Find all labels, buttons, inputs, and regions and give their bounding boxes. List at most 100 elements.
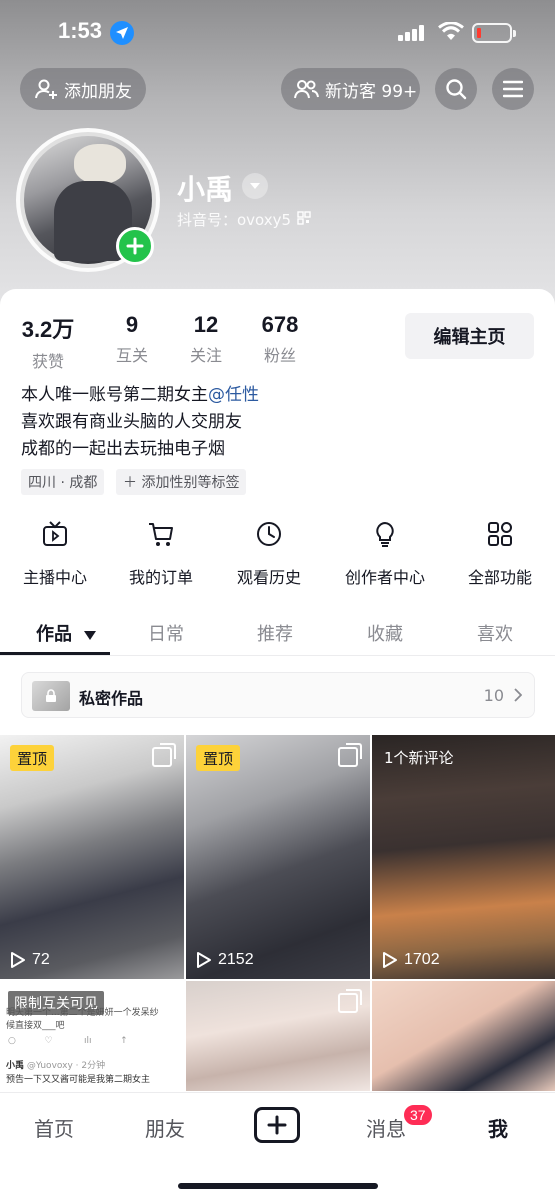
stat-value: 3.2万	[21, 317, 75, 342]
thumbnail-author-name: 小禹	[6, 1061, 25, 1071]
messages-unread-badge: 37	[402, 1103, 434, 1127]
video-thumbnail[interactable]: 1个新评论 1702	[372, 735, 555, 979]
bio: 本人唯一账号第二期女主@任性 喜欢跟有商业头脑的人交朋友 成都的一起出去玩抽电子…	[21, 382, 259, 463]
private-works-row[interactable]: 私密作品 10	[21, 672, 535, 718]
stat-following[interactable]: 12 关注	[180, 312, 232, 366]
add-tag-button[interactable]: ＋ 添加性别等标签	[116, 469, 247, 495]
bio-mention-link[interactable]: @任性	[208, 385, 259, 405]
content-tabs: 作品 日常 推荐 收藏 喜欢	[0, 612, 555, 656]
create-post-button[interactable]	[254, 1107, 300, 1143]
tool-creator-center[interactable]: 创作者中心	[330, 520, 440, 588]
add-friend-button[interactable]: 添加朋友	[20, 68, 146, 110]
add-story-button[interactable]	[116, 227, 154, 265]
tab-likes[interactable]: 喜欢	[477, 620, 513, 646]
thumbnail-screenshot-text: 明天第一个...第二个是妍妍一个发呆纱 候直接双___吧	[6, 1007, 182, 1033]
tool-streamer-center[interactable]: 主播中心	[0, 520, 110, 588]
tab-label: 作品	[36, 624, 72, 645]
thumbnail-author-handle: @Yuovoxy · 2分钟	[26, 1061, 106, 1071]
nav-me[interactable]: 我	[488, 1113, 508, 1142]
play-icon	[197, 952, 211, 968]
nav-friends[interactable]: 朋友	[145, 1113, 185, 1142]
stat-label: 获赞	[31, 352, 64, 371]
cellular-signal-icon	[398, 25, 426, 41]
new-comment-badge: 1个新评论	[384, 749, 454, 767]
video-thumbnail[interactable]: 置顶 72	[0, 735, 184, 979]
thumbnail-text-line: 候直接双___吧	[6, 1021, 65, 1031]
play-count-value: 2152	[218, 951, 254, 968]
tab-recommended[interactable]: 推荐	[257, 620, 293, 646]
pinned-badge: 置顶	[196, 745, 241, 771]
menu-button[interactable]	[492, 68, 534, 110]
thumbnail-post-text: 预告一下又又酱可能是我第二期女主	[6, 1075, 151, 1085]
people-icon	[294, 80, 319, 99]
wifi-icon	[438, 21, 464, 46]
video-thumbnail[interactable]	[372, 981, 555, 1091]
play-count: 1702	[382, 951, 440, 969]
account-switch-button[interactable]	[242, 173, 268, 199]
stat-value: 12	[193, 312, 219, 337]
multi-image-icon	[338, 989, 362, 1013]
stat-label: 关注	[189, 346, 222, 365]
thumbnail-action-icons: ○ ♡ ılı ↑	[8, 1036, 128, 1046]
nav-home[interactable]: 首页	[34, 1113, 74, 1142]
tool-all-features[interactable]: 全部功能	[445, 520, 555, 588]
tab-favorites[interactable]: 收藏	[367, 620, 403, 646]
tool-watch-history[interactable]: 观看历史	[214, 520, 324, 588]
qr-code-icon[interactable]	[297, 211, 311, 225]
bio-line: 本人唯一账号第二期女主	[21, 385, 208, 405]
search-button[interactable]	[435, 68, 477, 110]
douyin-id: 抖音号：ovoxy5	[177, 211, 292, 229]
new-visitors-button[interactable]: 新访客 99+	[281, 68, 420, 110]
tab-daily[interactable]: 日常	[148, 620, 184, 646]
home-indicator	[178, 1183, 378, 1189]
cart-icon	[149, 523, 173, 546]
bio-line: 喜欢跟有商业头脑的人交朋友	[21, 412, 242, 432]
pinned-badge: 置顶	[10, 745, 55, 771]
thumbnail-text-line: 明天第一个...第二个是妍妍一个发呆纱	[6, 1008, 159, 1018]
stat-value: 678	[261, 312, 299, 337]
video-thumbnail[interactable]: 置顶 2152	[186, 735, 370, 979]
location-arrow-icon	[110, 21, 134, 45]
tab-works[interactable]: 作品	[36, 620, 97, 646]
chevron-right-icon	[514, 688, 522, 702]
multi-image-icon	[152, 743, 176, 767]
tool-label: 全部功能	[467, 568, 532, 587]
plus-icon	[267, 1115, 287, 1135]
add-friend-label: 添加朋友	[64, 81, 132, 102]
stat-followers[interactable]: 678 粉丝	[254, 312, 306, 366]
nav-messages[interactable]: 消息	[366, 1113, 406, 1142]
bio-line: 成都的一起出去玩抽电子烟	[21, 439, 225, 459]
video-thumbnail[interactable]	[186, 981, 370, 1091]
multi-image-icon	[338, 743, 362, 767]
hamburger-menu-icon	[503, 80, 523, 98]
battery-icon	[472, 23, 516, 43]
private-works-count: 10	[483, 686, 504, 705]
tabs-divider	[0, 655, 555, 656]
location-tag[interactable]: 四川 · 成都	[21, 469, 105, 495]
grid-icon	[488, 522, 512, 546]
status-time: 1:53	[58, 18, 103, 43]
tv-icon	[43, 521, 67, 546]
stat-label: 互关	[115, 346, 148, 365]
status-bar: 1:53	[0, 0, 555, 66]
tool-my-orders[interactable]: 我的订单	[106, 520, 216, 588]
play-count: 2152	[196, 951, 254, 969]
chevron-down-icon	[250, 183, 260, 189]
stat-mutual[interactable]: 9 互关	[106, 312, 158, 366]
search-icon	[446, 79, 467, 100]
tool-label: 我的订单	[128, 568, 193, 587]
edit-profile-button[interactable]: 编辑主页	[405, 313, 534, 359]
play-count-value: 72	[32, 951, 50, 968]
play-icon	[383, 952, 397, 968]
video-thumbnail[interactable]: 限制互关可见 明天第一个...第二个是妍妍一个发呆纱 候直接双___吧 ○ ♡ …	[0, 981, 184, 1091]
stat-label: 粉丝	[263, 346, 296, 365]
stat-likes[interactable]: 3.2万 获赞	[20, 312, 76, 372]
thumbnail-author: 小禹 @Yuovoxy · 2分钟	[6, 1058, 105, 1071]
caret-down-icon	[84, 630, 97, 640]
play-count-value: 1702	[404, 951, 440, 968]
private-works-label: 私密作品	[79, 689, 144, 708]
clock-icon	[257, 522, 281, 546]
private-works-thumbnail	[32, 681, 70, 711]
add-person-icon	[35, 79, 57, 99]
stat-value: 9	[125, 312, 139, 337]
